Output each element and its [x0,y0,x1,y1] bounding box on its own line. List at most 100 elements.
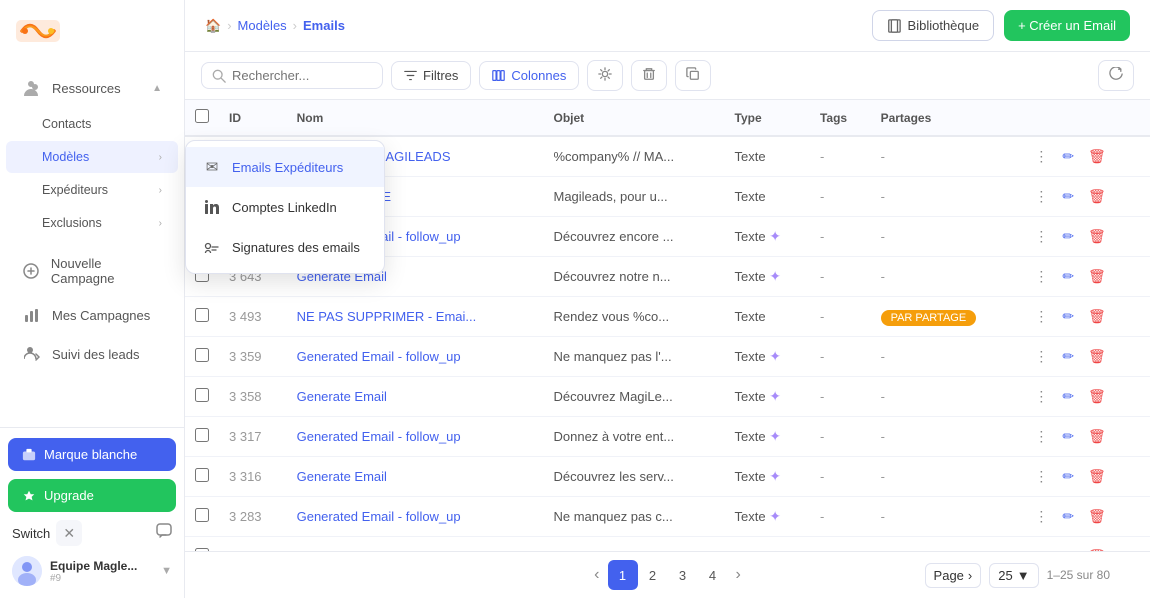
filtres-button[interactable]: Filtres [391,61,471,90]
cell-partages: - [871,257,1020,297]
row-delete-button[interactable]: 🗑 [1083,265,1111,288]
row-more-button[interactable]: ⋮ [1029,265,1053,288]
sidebar-nav: Ressources ▲ Contacts Modèles › Expédite… [0,62,184,427]
cell-subject: Donnez à votre ent... [543,417,724,457]
bibliotheque-button[interactable]: Bibliothèque [872,10,995,41]
prev-page-button[interactable]: ‹ [586,562,607,588]
dropdown-item-signatures[interactable]: Signatures des emails [186,227,384,267]
refresh-button[interactable] [1098,60,1134,91]
row-edit-button[interactable]: ✏ [1057,385,1079,408]
select-all-checkbox[interactable] [195,109,209,123]
row-delete-button[interactable]: 🗑 [1083,505,1111,528]
row-checkbox[interactable] [195,508,209,522]
row-actions: ⋮ ✏ 🗑 [1029,425,1140,448]
sidebar-item-contacts[interactable]: Contacts [6,108,178,140]
row-delete-button[interactable]: 🗑 [1083,545,1111,551]
row-delete-button[interactable]: 🗑 [1083,465,1111,488]
cell-type: Texte ✦ [725,377,810,417]
copy-button[interactable] [675,60,711,91]
page-2-button[interactable]: 2 [638,560,668,590]
row-more-button[interactable]: ⋮ [1029,425,1053,448]
cell-partages: - [871,537,1020,552]
marque-blanche-button[interactable]: Marque blanche [8,438,176,471]
sidebar-item-expediteurs[interactable]: Expéditeurs › [6,174,178,206]
row-more-button[interactable]: ⋮ [1029,505,1053,528]
cell-actions: ⋮ ✏ 🗑 [1019,337,1150,377]
cell-type: Texte ✦ [725,417,810,457]
switch-label: Switch [12,526,50,541]
row-more-button[interactable]: ⋮ [1029,145,1053,168]
row-checkbox[interactable] [195,468,209,482]
row-edit-button[interactable]: ✏ [1057,185,1079,208]
next-page-button[interactable]: › [728,562,749,588]
page-1-button[interactable]: 1 [608,560,638,590]
dropdown-item-comptes-linkedin[interactable]: Comptes LinkedIn [186,187,384,227]
row-delete-button[interactable]: 🗑 [1083,305,1111,328]
sidebar-item-modeles[interactable]: Modèles › [6,141,178,173]
row-edit-button[interactable]: ✏ [1057,345,1079,368]
row-delete-button[interactable]: 🗑 [1083,385,1111,408]
row-edit-button[interactable]: ✏ [1057,145,1079,168]
cell-partages: - [871,217,1020,257]
trash-button[interactable] [631,60,667,91]
row-edit-button[interactable]: ✏ [1057,305,1079,328]
cell-tags: - [810,537,871,552]
sidebar-item-nouvelle-campagne[interactable]: Nouvelle Campagne [6,247,178,295]
sidebar-item-mes-campagnes[interactable]: Mes Campagnes [6,296,178,334]
row-delete-button[interactable]: 🗑 [1083,425,1111,448]
row-more-button[interactable]: ⋮ [1029,225,1053,248]
cell-actions: ⋮ ✏ 🗑 [1019,457,1150,497]
switch-close-button[interactable]: ✕ [56,520,82,546]
page-input-box[interactable]: Page › [925,563,982,588]
row-edit-button[interactable]: ✏ [1057,225,1079,248]
breadcrumb-home[interactable]: 🏠 [205,18,221,34]
creer-email-button[interactable]: + Créer un Email [1004,10,1130,41]
row-delete-button[interactable]: 🗑 [1083,185,1111,208]
main-content: 🏠 › Modèles › Emails Bibliothèque + Crée… [185,0,1150,598]
row-checkbox[interactable] [195,548,209,551]
user-row[interactable]: Equipe Magle... #9 ▼ [8,550,176,588]
page-label: Page [934,568,964,583]
settings-button[interactable] [587,60,623,91]
per-page-select[interactable]: 25 ▼ [989,563,1038,588]
search-input[interactable] [232,68,372,83]
row-checkbox[interactable] [195,308,209,322]
row-checkbox[interactable] [195,428,209,442]
cell-tags: - [810,217,871,257]
row-delete-button[interactable]: 🗑 [1083,145,1111,168]
sidebar-item-suivi-leads[interactable]: Suivi des leads [6,335,178,373]
ai-icon: ✦ [769,268,781,284]
row-more-button[interactable]: ⋮ [1029,305,1053,328]
breadcrumb-modeles[interactable]: Modèles [238,18,287,33]
upgrade-button[interactable]: Upgrade [8,479,176,512]
sidebar-item-exclusions[interactable]: Exclusions › [6,207,178,239]
row-edit-button[interactable]: ✏ [1057,425,1079,448]
dropdown-item-emails-exp[interactable]: ✉ Emails Expéditeurs [186,147,384,187]
page-4-button[interactable]: 4 [698,560,728,590]
row-edit-button[interactable]: ✏ [1057,505,1079,528]
sidebar-bottom: Marque blanche Upgrade Switch ✕ Equipe M [0,427,184,598]
row-edit-button[interactable]: ✏ [1057,545,1079,551]
partages-dash: - [881,269,885,284]
page-3-button[interactable]: 3 [668,560,698,590]
row-delete-button[interactable]: 🗑 [1083,225,1111,248]
row-checkbox[interactable] [195,348,209,362]
row-edit-button[interactable]: ✏ [1057,265,1079,288]
switch-chat-button[interactable] [156,523,172,544]
topbar: 🏠 › Modèles › Emails Bibliothèque + Crée… [185,0,1150,52]
row-more-button[interactable]: ⋮ [1029,185,1053,208]
row-more-button[interactable]: ⋮ [1029,465,1053,488]
row-checkbox[interactable] [195,388,209,402]
row-delete-button[interactable]: 🗑 [1083,345,1111,368]
row-more-button[interactable]: ⋮ [1029,385,1053,408]
dropdown-item-emails-exp-label: Emails Expéditeurs [232,160,343,175]
cell-tags: - [810,257,871,297]
colonnes-button[interactable]: Colonnes [479,61,579,90]
row-edit-button[interactable]: ✏ [1057,465,1079,488]
cell-subject: Rendez vous %co... [543,297,724,337]
sidebar-item-exclusions-label: Exclusions [42,216,102,230]
plus-circle-icon [22,261,41,281]
row-more-button[interactable]: ⋮ [1029,545,1053,551]
sidebar-item-ressources[interactable]: Ressources ▲ [6,69,178,107]
row-more-button[interactable]: ⋮ [1029,345,1053,368]
